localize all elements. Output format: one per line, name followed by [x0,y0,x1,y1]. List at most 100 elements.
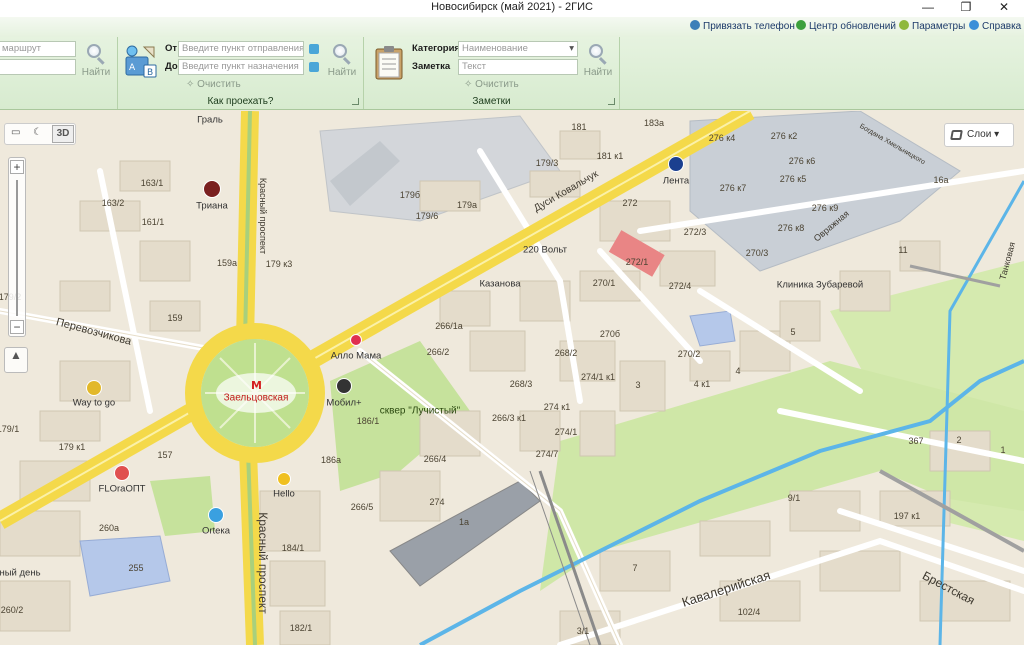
ruler-icon[interactable]: ▭ [11,127,20,138]
poi-220-volt[interactable]: 220 Вольт [523,245,567,256]
group-route: B A От До Введите пункт отправления Введ… [118,37,364,109]
house-number: 276 к6 [788,156,816,166]
zoom-slider[interactable]: + − [8,157,26,337]
house-number: 182/1 [289,623,313,633]
poi-lenta[interactable]: Лента [663,176,689,187]
close-button[interactable]: ✕ [986,0,1022,16]
search-find-label: Найти [81,67,111,78]
help-icon [969,20,979,30]
link-settings[interactable]: Параметры [899,20,965,32]
layers-button[interactable]: Слои ▾ [944,123,1014,147]
house-number: 276 к2 [770,131,798,141]
mode-3d-button[interactable]: 3D [52,125,74,143]
route-clear-label: Очистить [197,79,241,90]
layers-icon [950,130,963,140]
poi-partial-day[interactable]: ный день [0,568,41,579]
poi-floraopt[interactable]: FLOraОПТ [99,484,146,495]
house-number: 183а [643,118,665,128]
triana-icon[interactable] [203,180,221,198]
house-number: 272/3 [683,227,707,237]
route-find-label: Найти [327,67,357,78]
notes-clear-button[interactable]: ✧ Очистить [464,79,519,90]
route-from-label: От [165,43,178,54]
mobil-icon[interactable] [336,378,352,394]
house-number: 270б [599,329,621,339]
house-number: 197 к1 [893,511,921,521]
house-number: 272/4 [668,281,692,291]
allo-mama-icon[interactable] [350,334,362,346]
link-settings-label: Параметры [912,21,966,32]
notes-group-launcher[interactable] [608,98,615,105]
route-icon: B A [124,43,158,81]
house-number: 276 к9 [811,203,839,213]
poi-klinika-zubarevoy[interactable]: Клиника Зубаревой [777,280,863,291]
refresh-icon [796,20,806,30]
route-clear-button[interactable]: ✧ Очистить [186,79,241,90]
poi-hello[interactable]: Hello [273,489,295,500]
link-update-center[interactable]: Центр обновлений [796,20,896,32]
house-number: 276 к8 [777,223,805,233]
flora-icon[interactable] [114,465,130,481]
zoom-track[interactable] [16,180,18,316]
poi-kazanova[interactable]: Казанова [479,279,520,290]
house-number: 274 [429,497,445,507]
house-number: 1а [458,517,470,527]
notes-find-button[interactable]: Найти [583,43,613,78]
link-help[interactable]: Справка [969,20,1021,32]
metro-zaeltsovskaya[interactable]: Заельцовская [224,393,289,404]
ribbon-toolbar: Привязать телефон Центр обновлений Парам… [0,17,1024,110]
house-number: 9/1 [787,493,801,503]
poi-allo-mama[interactable]: Алло Мама [331,351,382,362]
poi-orteka[interactable]: Ortека [202,526,230,537]
minimize-button[interactable]: — [910,0,946,16]
house-number: 266/3 к1 [492,413,526,423]
pick-to-icon[interactable] [309,62,319,72]
orteka-icon[interactable] [208,507,224,523]
route-find-button[interactable]: Найти [327,43,357,78]
route-group-launcher[interactable] [352,98,359,105]
title-bar: Новосибирск (май 2021) - 2ГИС — ❐ ✕ [0,0,1024,17]
app-window: Новосибирск (май 2021) - 2ГИС — ❐ ✕ Прив… [0,0,1024,645]
search-input[interactable]: маршрут [0,41,76,57]
house-number: 157 [157,450,173,460]
route-to-input[interactable]: Введите пункт назначения [178,59,304,75]
house-number: 4 [735,366,741,376]
map-canvas: M [0,111,1024,645]
house-number: 179а [456,200,478,210]
house-number: 7 [632,563,638,573]
house-number: 260/2 [0,605,24,615]
house-number: 179/1 [0,424,20,434]
house-number: 260а [98,523,120,533]
notes-note-label: Заметка [412,61,451,72]
way-to-go-icon[interactable] [86,380,102,396]
notes-clear-label: Очистить [475,79,519,90]
house-number: 272 [622,198,638,208]
maximize-button[interactable]: ❐ [948,0,984,16]
compass-icon[interactable]: ▲ [4,347,28,373]
house-number: 266/5 [350,502,374,512]
search-input-secondary[interactable] [0,59,76,75]
hello-icon[interactable] [277,472,291,486]
notes-category-select[interactable]: Наименование ▾ [458,41,578,57]
lenta-icon[interactable] [668,156,684,172]
park-luchisty[interactable]: сквер "Лучистый" [380,406,460,417]
route-from-input[interactable]: Введите пункт отправления [178,41,304,57]
house-number: 179 к1 [58,442,86,452]
top-links-bar: Привязать телефон Центр обновлений Парам… [0,17,1024,37]
moon-icon[interactable]: ☾ [33,127,42,138]
poi-mobil[interactable]: Мобил+ [326,398,361,409]
poi-gral[interactable]: Граль [197,115,223,126]
map-view[interactable]: M Дуси Ковальчук Красный проспект Красны… [0,111,1024,645]
house-number: 163/1 [140,178,164,188]
zoom-in-button[interactable]: + [10,160,24,174]
poi-triana[interactable]: Триана [196,201,228,212]
house-number: 181 [571,122,587,132]
poi-way-to-go[interactable]: Way to go [73,398,115,409]
house-number: 186а [320,455,342,465]
link-bind-phone[interactable]: Привязать телефон [690,20,795,32]
search-find-button[interactable]: Найти [81,43,111,78]
pick-from-icon[interactable] [309,44,319,54]
layers-label: Слои [967,129,992,140]
notes-text-input[interactable]: Текст [458,59,578,75]
zoom-out-button[interactable]: − [10,320,24,334]
